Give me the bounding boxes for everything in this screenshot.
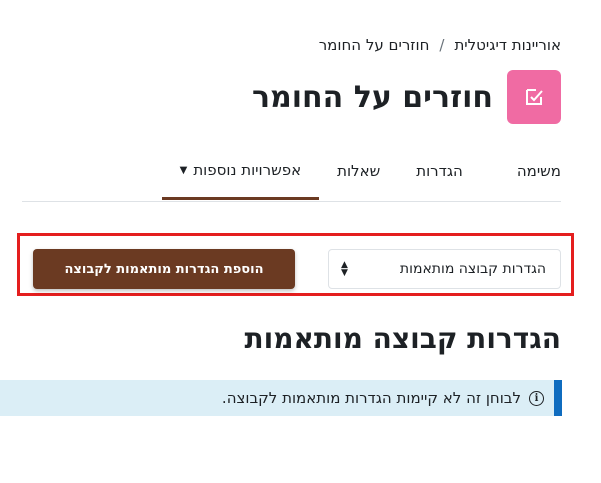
breadcrumb-separator: / [439, 36, 445, 54]
tab-assignment[interactable]: משימה [499, 143, 561, 199]
info-alert: i לבוחן זה לא קיימות הגדרות מותאמות לקבו… [0, 380, 562, 416]
edit-checkbox-icon [526, 89, 543, 105]
breadcrumb-item-course[interactable]: אוריינות דיגיטלית [454, 36, 561, 54]
tab-questions[interactable]: שאלות [319, 143, 398, 199]
quiz-icon-box [507, 70, 561, 124]
info-icon: i [529, 390, 544, 406]
select-arrows-icon: ▲ ▼ [341, 260, 348, 278]
breadcrumb: אוריינות דיגיטלית / חוזרים על החומר [319, 36, 561, 54]
page-title: חוזרים על החומר [251, 79, 493, 115]
breadcrumb-item-quiz[interactable]: חוזרים על החומר [319, 36, 430, 54]
section-title: הגדרות קבוצה מותאמות [244, 322, 561, 355]
tab-label: שאלות [337, 162, 381, 180]
add-group-override-button[interactable]: הוספת הגדרות מותאמות לקבוצה [33, 249, 295, 289]
tab-label: הגדרות [416, 162, 463, 180]
tab-label: משימה [516, 162, 561, 180]
secondary-navigation: משימה הגדרות שאלות אפשרויות נוספות ▼ [22, 143, 561, 202]
alert-text: לבוחן זה לא קיימות הגדרות מותאמות לקבוצה… [221, 389, 521, 407]
tab-settings[interactable]: הגדרות [398, 143, 481, 199]
page-header: חוזרים על החומר [252, 70, 561, 124]
select-value: הגדרות קבוצה מותאמות [399, 261, 546, 277]
chevron-down-icon: ▼ [179, 164, 188, 176]
tab-label: אפשרויות נוספות [193, 161, 302, 179]
tab-more-options[interactable]: אפשרויות נוספות ▼ [161, 143, 320, 200]
override-type-select[interactable]: הגדרות קבוצה מותאמות ▲ ▼ [328, 249, 561, 289]
